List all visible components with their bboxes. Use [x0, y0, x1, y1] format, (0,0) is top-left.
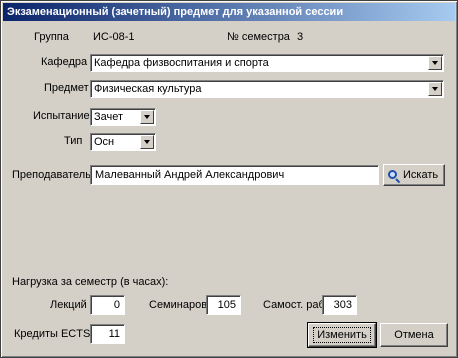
dialog-window: Экзаменационный (зачетный) предмет для у…: [0, 0, 458, 358]
lectures-label: Лекций: [50, 299, 87, 311]
selfwork-label: Самост. раб.: [263, 299, 328, 311]
chevron-down-icon[interactable]: [140, 135, 154, 149]
lectures-field[interactable]: 0: [90, 295, 125, 315]
subject-value: Физическая культура: [94, 83, 202, 95]
seminars-field[interactable]: 105: [206, 295, 241, 315]
search-button[interactable]: Искать: [383, 164, 445, 186]
change-button-label: Изменить: [313, 327, 371, 343]
semester-label: № семестра: [227, 31, 290, 43]
credits-field[interactable]: 11: [90, 324, 125, 344]
seminars-label: Семинаров: [149, 299, 208, 311]
group-value: ИС-08-1: [93, 31, 135, 43]
teacher-field[interactable]: Малеванный Андрей Александрович: [90, 165, 379, 185]
type-select[interactable]: Осн: [90, 133, 156, 151]
window-title: Экзаменационный (зачетный) предмет для у…: [3, 3, 455, 21]
subject-select[interactable]: Физическая культура: [90, 80, 444, 98]
chevron-down-icon[interactable]: [428, 56, 442, 70]
cancel-button[interactable]: Отмена: [380, 323, 448, 347]
exam-value: Зачет: [94, 111, 124, 123]
teacher-label: Преподаватель: [12, 169, 91, 181]
semester-value: 3: [297, 31, 304, 43]
department-label: Кафедра: [41, 56, 88, 68]
exam-select[interactable]: Зачет: [90, 108, 156, 126]
exam-label: Испытание: [33, 110, 90, 122]
type-value: Осн: [94, 136, 115, 148]
type-label: Тип: [64, 135, 83, 147]
subject-label: Предмет: [44, 82, 89, 94]
credits-label: Кредиты ECTS: [14, 328, 91, 340]
change-button[interactable]: Изменить: [307, 322, 377, 348]
chevron-down-icon[interactable]: [140, 110, 154, 124]
group-label: Группа: [34, 31, 69, 43]
selfwork-field[interactable]: 303: [322, 295, 357, 315]
department-select[interactable]: Кафедра физвоспитания и спорта: [90, 54, 444, 72]
search-button-label: Искать: [403, 169, 439, 181]
department-value: Кафедра физвоспитания и спорта: [94, 57, 269, 69]
load-heading: Нагрузка за семестр (в часах):: [12, 276, 169, 288]
chevron-down-icon[interactable]: [428, 82, 442, 96]
search-icon: [388, 170, 397, 179]
